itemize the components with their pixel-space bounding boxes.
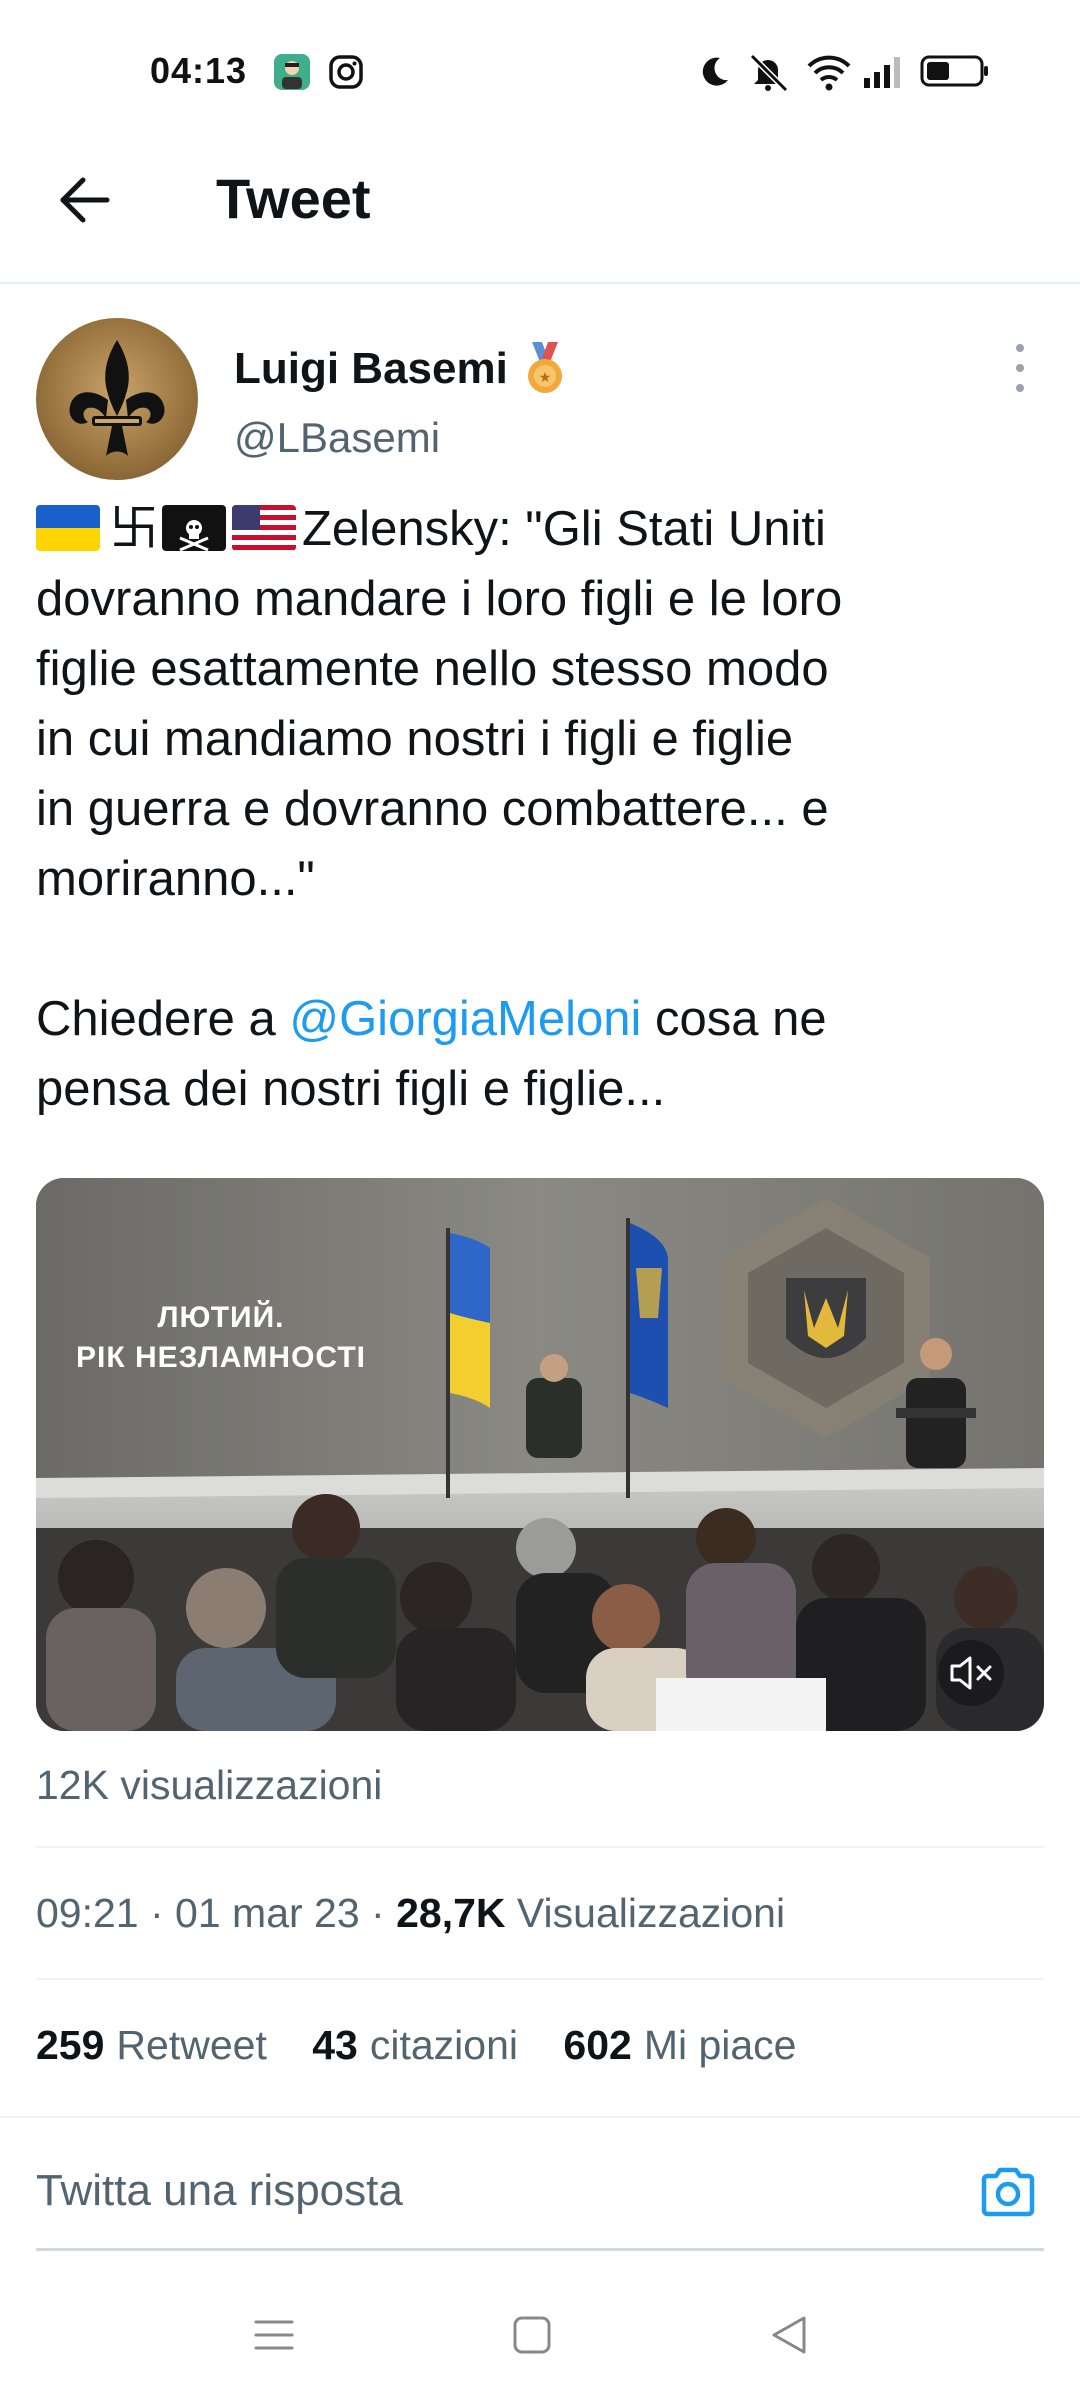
menu-button[interactable] bbox=[244, 2310, 304, 2360]
flag-ukraine-icon bbox=[36, 505, 100, 551]
home-button[interactable] bbox=[502, 2310, 562, 2360]
menu-icon bbox=[254, 2320, 294, 2350]
likes-stat[interactable]: 602 Mi piace bbox=[563, 2022, 796, 2068]
app-avatar-icon bbox=[274, 54, 310, 90]
dot-icon bbox=[1016, 384, 1024, 392]
back-triangle-icon bbox=[772, 2316, 806, 2354]
status-bar: 04:13 bbox=[0, 0, 1080, 140]
divider bbox=[36, 1846, 1044, 1848]
reply-input[interactable]: Twitta una risposta bbox=[36, 2166, 936, 2216]
swastika-icon: 卐 bbox=[109, 500, 159, 557]
back-button[interactable] bbox=[40, 150, 130, 250]
mention-link[interactable]: @GiorgiaMeloni bbox=[289, 992, 641, 1046]
camera-button[interactable] bbox=[976, 2160, 1040, 2224]
tweet-line-8: pensa dei nostri figli e figlie... bbox=[36, 1062, 666, 1116]
avatar[interactable] bbox=[36, 318, 198, 480]
more-options-button[interactable] bbox=[1000, 340, 1040, 396]
page-title: Tweet bbox=[216, 167, 371, 230]
svg-text:★: ★ bbox=[539, 370, 552, 386]
home-square-icon bbox=[513, 2316, 551, 2354]
fleur-de-lis-icon bbox=[69, 340, 165, 456]
likes-label: Mi piace bbox=[643, 2022, 797, 2068]
video-caption: ЛЮТИЙ. РІК НЕЗЛАМНОСТІ bbox=[76, 1298, 366, 1378]
tweet-line-4: in cui mandiamo nostri i figli e figlie bbox=[36, 712, 794, 766]
arrow-left-icon bbox=[60, 177, 110, 223]
wifi-icon bbox=[807, 55, 851, 91]
tweet-meta: 09:21 · 01 mar 23 · 28,7K Visualizzazion… bbox=[36, 1890, 786, 1936]
moon-icon bbox=[702, 57, 728, 86]
medal-icon: ★ bbox=[528, 342, 562, 393]
views-label: Visualizzazioni bbox=[516, 1890, 786, 1936]
system-back-button[interactable] bbox=[760, 2310, 820, 2360]
tweet-line-5: in guerra e dovranno combattere... e bbox=[36, 782, 829, 836]
muted-speaker-icon bbox=[938, 1640, 1004, 1706]
battery-icon bbox=[920, 55, 988, 87]
tweet-line-3: figlie esattamente nello stesso modo bbox=[36, 642, 829, 696]
video-caption-line: РІК НЕЗЛАМНОСТІ bbox=[76, 1341, 366, 1374]
tweet-text-fragment: Chiedere a bbox=[36, 992, 290, 1046]
tweet-text: 卐 Zelensky: "Gli Stati Uniti dovranno man… bbox=[36, 494, 1046, 1124]
signal-icon bbox=[864, 57, 900, 88]
header bbox=[0, 140, 1080, 284]
tweet-text-fragment: Zelensky: "Gli Stati Uniti bbox=[302, 502, 826, 556]
camera-icon bbox=[981, 2167, 1035, 2217]
tweet-line-2: dovranno mandare i loro figli e le loro bbox=[36, 572, 843, 626]
flag-usa-icon bbox=[232, 505, 296, 551]
silent-icon bbox=[749, 53, 789, 92]
author-name[interactable]: Luigi Basemi bbox=[234, 344, 508, 394]
quotes-stat[interactable]: 43 citazioni bbox=[312, 2022, 518, 2068]
retweets-stat[interactable]: 259 Retweet bbox=[36, 2022, 267, 2068]
pirate-flag-icon bbox=[162, 505, 226, 551]
mute-button[interactable] bbox=[936, 1638, 1006, 1708]
video-caption-line: ЛЮТИЙ. bbox=[157, 1301, 285, 1334]
tweet-line-7: Chiedere a @GiorgiaMeloni cosa ne bbox=[36, 984, 1046, 1054]
tweet-stats: 259 Retweet 43 citazioni 602 Mi piace bbox=[36, 2022, 830, 2069]
reply-underline bbox=[36, 2248, 1044, 2251]
video-frame bbox=[36, 1178, 1044, 1731]
quotes-count: 43 bbox=[312, 2022, 358, 2068]
author-handle[interactable]: @LBasemi bbox=[234, 414, 440, 462]
tweet-date: 01 mar 23 bbox=[175, 1890, 360, 1936]
tweet-line-1: 卐 Zelensky: "Gli Stati Uniti bbox=[36, 494, 1046, 564]
view-count-small: 12K visualizzazioni bbox=[36, 1762, 383, 1808]
tweet-text-fragment: cosa ne bbox=[641, 992, 827, 1046]
tweet-video[interactable]: ЛЮТИЙ. РІК НЕЗЛАМНОСТІ bbox=[36, 1178, 1044, 1731]
tweet-line-6: moriranno..." bbox=[36, 852, 315, 906]
divider bbox=[36, 1978, 1044, 1980]
tweet-time: 09:21 bbox=[36, 1890, 139, 1936]
quotes-label: citazioni bbox=[369, 2022, 518, 2068]
dot-icon bbox=[1016, 344, 1024, 352]
likes-count: 602 bbox=[563, 2022, 632, 2068]
instagram-icon bbox=[329, 55, 363, 89]
dot-icon bbox=[1016, 364, 1024, 372]
views-count: 28,7K bbox=[396, 1890, 506, 1936]
retweets-label: Retweet bbox=[116, 2022, 267, 2068]
retweets-count: 259 bbox=[36, 2022, 105, 2068]
status-time: 04:13 bbox=[150, 50, 248, 91]
